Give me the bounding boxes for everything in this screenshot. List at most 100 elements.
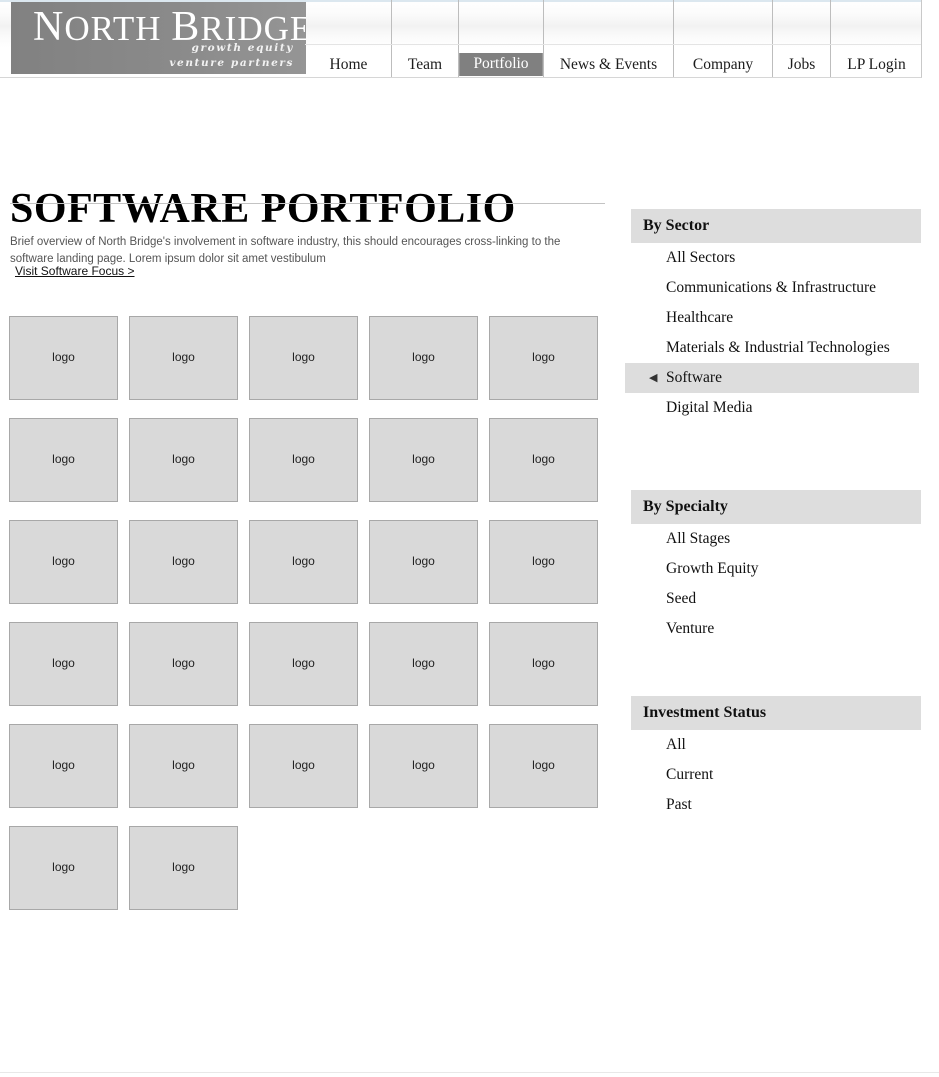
facet-item-label: Communications & Infrastructure	[666, 279, 877, 296]
logo-grid-row: logo logo logo logo logo	[9, 418, 609, 520]
logo-tile-label: logo	[532, 452, 555, 466]
logo-tile-label: logo	[172, 350, 195, 364]
logo-tile-label: logo	[292, 656, 315, 670]
portfolio-logo-tile[interactable]: logo	[9, 826, 118, 910]
nav-item-home[interactable]: Home	[306, 0, 391, 77]
logo-tile-label: logo	[292, 554, 315, 568]
brand-tagline: growth equity venture partners	[169, 41, 294, 71]
portfolio-logo-tile[interactable]: logo	[129, 826, 238, 910]
logo-grid-row: logo logo logo logo logo	[9, 520, 609, 622]
title-divider	[10, 203, 605, 204]
logo-tile-label: logo	[172, 860, 195, 874]
portfolio-logo-tile[interactable]: logo	[249, 724, 358, 808]
logo-tile-label: logo	[412, 758, 435, 772]
facet-item-past[interactable]: Past	[631, 790, 921, 820]
portfolio-logo-tile[interactable]: logo	[369, 316, 478, 400]
site-header: NORTH BRIDGE growth equity venture partn…	[0, 0, 922, 78]
logo-tile-label: logo	[292, 452, 315, 466]
nav-item-jobs[interactable]: Jobs	[772, 0, 830, 77]
logo-tile-label: logo	[52, 860, 75, 874]
facet-item-label: Venture	[666, 620, 715, 637]
portfolio-logo-tile[interactable]: logo	[129, 622, 238, 706]
selected-arrow-icon: ◀	[649, 372, 658, 384]
logo-tile-label: logo	[52, 350, 75, 364]
site-logo[interactable]: NORTH BRIDGE growth equity venture partn…	[11, 2, 306, 74]
logo-grid-row: logo logo logo logo logo	[9, 316, 609, 418]
nav-item-lp-login[interactable]: LP Login	[830, 0, 921, 77]
facet-item-label: All Sectors	[666, 249, 736, 266]
facet-item-all-sectors[interactable]: All Sectors	[631, 243, 921, 273]
nav-item-label: Jobs	[787, 56, 816, 73]
facet-item-digital-media[interactable]: Digital Media	[631, 393, 921, 423]
logo-tile-label: logo	[172, 758, 195, 772]
logo-grid-row: logo logo	[9, 826, 609, 928]
facet-group-by-specialty: By Specialty All Stages Growth Equity Seed V…	[631, 490, 921, 644]
logo-tile-label: logo	[52, 758, 75, 772]
portfolio-logo-tile[interactable]: logo	[129, 316, 238, 400]
logo-tile-label: logo	[52, 656, 75, 670]
facet-item-label: Seed	[666, 590, 697, 607]
portfolio-logo-tile[interactable]: logo	[249, 316, 358, 400]
portfolio-logo-tile[interactable]: logo	[249, 418, 358, 502]
facet-item-growth-equity[interactable]: Growth Equity	[631, 554, 921, 584]
facet-item-all[interactable]: All	[631, 730, 921, 760]
facet-group-investment-status: Investment Status All Current Past	[631, 696, 921, 820]
portfolio-logo-tile[interactable]: logo	[9, 622, 118, 706]
portfolio-logo-tile[interactable]: logo	[489, 622, 598, 706]
logo-tile-label: logo	[532, 758, 555, 772]
brand-tagline-line1: growth equity	[191, 42, 294, 54]
portfolio-logo-tile[interactable]: logo	[9, 520, 118, 604]
facet-item-label: Software	[666, 369, 722, 386]
facet-item-current[interactable]: Current	[631, 760, 921, 790]
portfolio-logo-tile[interactable]: logo	[9, 724, 118, 808]
facet-item-materials-industrial-technologies[interactable]: Materials & Industrial Technologies	[631, 333, 921, 363]
nav-item-team[interactable]: Team	[391, 0, 458, 77]
visit-software-focus-link[interactable]: Visit Software Focus >	[15, 264, 135, 278]
logo-tile-label: logo	[52, 554, 75, 568]
nav-item-company[interactable]: Company	[673, 0, 772, 77]
facet-item-healthcare[interactable]: Healthcare	[631, 303, 921, 333]
facet-list-by-specialty: All Stages Growth Equity Seed Venture	[631, 524, 921, 644]
nav-item-label: Portfolio	[459, 53, 543, 76]
portfolio-logo-tile[interactable]: logo	[489, 316, 598, 400]
portfolio-logo-tile[interactable]: logo	[129, 520, 238, 604]
portfolio-logo-tile[interactable]: logo	[369, 418, 478, 502]
logo-tile-label: logo	[172, 656, 195, 670]
portfolio-logo-tile[interactable]: logo	[489, 418, 598, 502]
logo-tile-label: logo	[172, 452, 195, 466]
portfolio-logo-tile[interactable]: logo	[369, 622, 478, 706]
facet-item-seed[interactable]: Seed	[631, 584, 921, 614]
facet-item-label: Past	[666, 796, 692, 813]
facet-item-software[interactable]: ◀ Software	[625, 363, 919, 393]
nav-item-news-events[interactable]: News & Events	[543, 0, 673, 77]
portfolio-logo-tile[interactable]: logo	[369, 520, 478, 604]
portfolio-logo-tile[interactable]: logo	[9, 316, 118, 400]
portfolio-logo-tile[interactable]: logo	[489, 724, 598, 808]
portfolio-logo-tile[interactable]: logo	[249, 622, 358, 706]
portfolio-logo-tile[interactable]: logo	[489, 520, 598, 604]
facet-item-all-stages[interactable]: All Stages	[631, 524, 921, 554]
portfolio-logo-tile[interactable]: logo	[129, 418, 238, 502]
facet-item-label: Growth Equity	[666, 560, 759, 577]
facet-item-label: Digital Media	[666, 399, 753, 416]
logo-tile-label: logo	[532, 350, 555, 364]
nav-item-portfolio[interactable]: Portfolio	[458, 0, 543, 77]
logo-grid-row: logo logo logo logo logo	[9, 622, 609, 724]
page-intro-text: Brief overview of North Bridge's involve…	[10, 235, 561, 265]
facet-item-venture[interactable]: Venture	[631, 614, 921, 644]
portfolio-logo-tile[interactable]: logo	[249, 520, 358, 604]
facet-item-label: All Stages	[666, 530, 731, 547]
logo-tile-label: logo	[172, 554, 195, 568]
facet-list-investment-status: All Current Past	[631, 730, 921, 820]
facet-item-label: Materials & Industrial Technologies	[666, 339, 890, 356]
portfolio-logo-tile[interactable]: logo	[9, 418, 118, 502]
facet-item-communications-infrastructure[interactable]: Communications & Infrastructure	[631, 273, 921, 303]
footer-divider	[0, 1072, 939, 1073]
portfolio-logo-grid: logo logo logo logo logo logo logo logo logo logo…	[9, 316, 609, 928]
logo-grid-row: logo logo logo logo logo	[9, 724, 609, 826]
portfolio-logo-tile[interactable]: logo	[369, 724, 478, 808]
logo-tile-label: logo	[412, 554, 435, 568]
nav-item-label: Company	[692, 56, 754, 73]
facet-header-by-specialty: By Specialty	[631, 490, 921, 524]
portfolio-logo-tile[interactable]: logo	[129, 724, 238, 808]
